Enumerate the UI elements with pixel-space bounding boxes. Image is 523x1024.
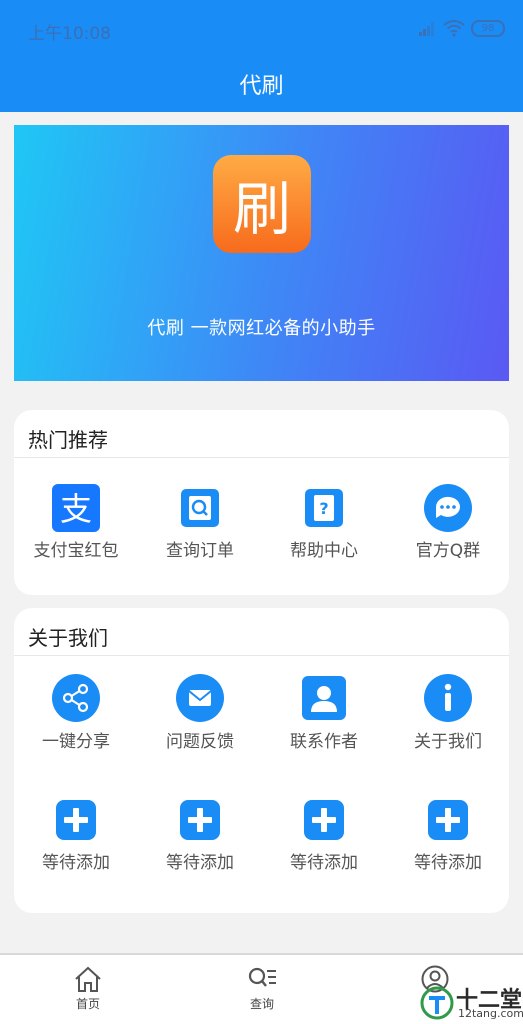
grid-label: 等待添加 — [42, 853, 110, 873]
help-center-item[interactable]: ? 帮助中心 — [262, 482, 386, 562]
info-icon — [424, 674, 472, 722]
divider — [14, 655, 509, 656]
placeholder-item[interactable]: 等待添加 — [14, 798, 138, 878]
contact-icon — [302, 676, 346, 720]
hot-recommend-card: 热门推荐 支 支付宝红包 查询订单 ? 帮助中心 官方Q群 — [14, 410, 509, 595]
plus-icon — [56, 800, 96, 840]
plus-icon — [180, 800, 220, 840]
app-logo: 刷 — [213, 155, 311, 253]
placeholder-item[interactable]: 等待添加 — [138, 798, 262, 878]
hot-recommend-title: 热门推荐 — [28, 428, 108, 452]
search-order-icon — [181, 489, 219, 527]
page-title: 代刷 — [239, 74, 284, 99]
watermark: 十二堂 12tang.com — [418, 982, 523, 1024]
nav-home[interactable]: 首页 — [48, 961, 128, 1012]
grid-label: 官方Q群 — [415, 541, 481, 561]
banner[interactable]: 刷 代刷 一款网红必备的小助手 — [14, 125, 509, 381]
watermark-sub: 12tang.com — [458, 1007, 523, 1020]
plus-icon — [304, 800, 344, 840]
about-us-item[interactable]: 关于我们 — [386, 674, 510, 754]
wifi-icon — [443, 20, 465, 37]
contact-author-item[interactable]: 联系作者 — [262, 674, 386, 754]
watermark-logo-icon — [420, 986, 454, 1020]
alipay-redpacket-item[interactable]: 支 支付宝红包 — [14, 482, 138, 562]
nav-query[interactable]: 查询 — [222, 961, 302, 1012]
plus-icon — [428, 800, 468, 840]
grid-label: 支付宝红包 — [33, 541, 119, 561]
grid-label: 问题反馈 — [166, 732, 234, 752]
share-icon — [52, 674, 100, 722]
official-qq-group-item[interactable]: 官方Q群 — [386, 482, 510, 562]
home-icon — [75, 966, 101, 992]
about-us-card: 关于我们 一键分享 问题反馈 联系作者 关于我们 等待添加 等待添加 等待添加 … — [14, 608, 509, 913]
grid-label: 帮助中心 — [290, 541, 358, 561]
search-list-icon — [248, 967, 276, 987]
chat-icon — [424, 484, 472, 532]
grid-label: 一键分享 — [42, 732, 110, 752]
help-book-icon: ? — [305, 489, 343, 527]
share-item[interactable]: 一键分享 — [14, 674, 138, 754]
mail-icon — [176, 674, 224, 722]
status-bar: 上午10:08 98 — [0, 0, 523, 60]
alipay-icon: 支 — [52, 484, 100, 532]
grid-label: 等待添加 — [414, 853, 482, 873]
app-bar: 上午10:08 98 代刷 — [0, 0, 523, 112]
feedback-item[interactable]: 问题反馈 — [138, 674, 262, 754]
nav-home-label: 首页 — [75, 997, 100, 1011]
query-order-item[interactable]: 查询订单 — [138, 482, 262, 562]
grid-label: 联系作者 — [290, 732, 358, 752]
signal-icon — [419, 22, 434, 36]
divider — [14, 457, 509, 458]
placeholder-item[interactable]: 等待添加 — [386, 798, 510, 878]
nav-query-label: 查询 — [249, 997, 274, 1011]
grid-label: 等待添加 — [166, 853, 234, 873]
grid-label: 关于我们 — [414, 732, 482, 752]
status-time: 上午10:08 — [28, 24, 111, 44]
battery-icon: 98 — [471, 20, 505, 37]
grid-label: 等待添加 — [290, 853, 358, 873]
placeholder-item[interactable]: 等待添加 — [262, 798, 386, 878]
grid-label: 查询订单 — [166, 541, 234, 561]
svg-text:?: ? — [319, 499, 328, 518]
svg-text:支: 支 — [60, 490, 92, 528]
about-us-title: 关于我们 — [28, 626, 108, 650]
banner-tagline: 代刷 一款网红必备的小助手 — [147, 318, 376, 339]
